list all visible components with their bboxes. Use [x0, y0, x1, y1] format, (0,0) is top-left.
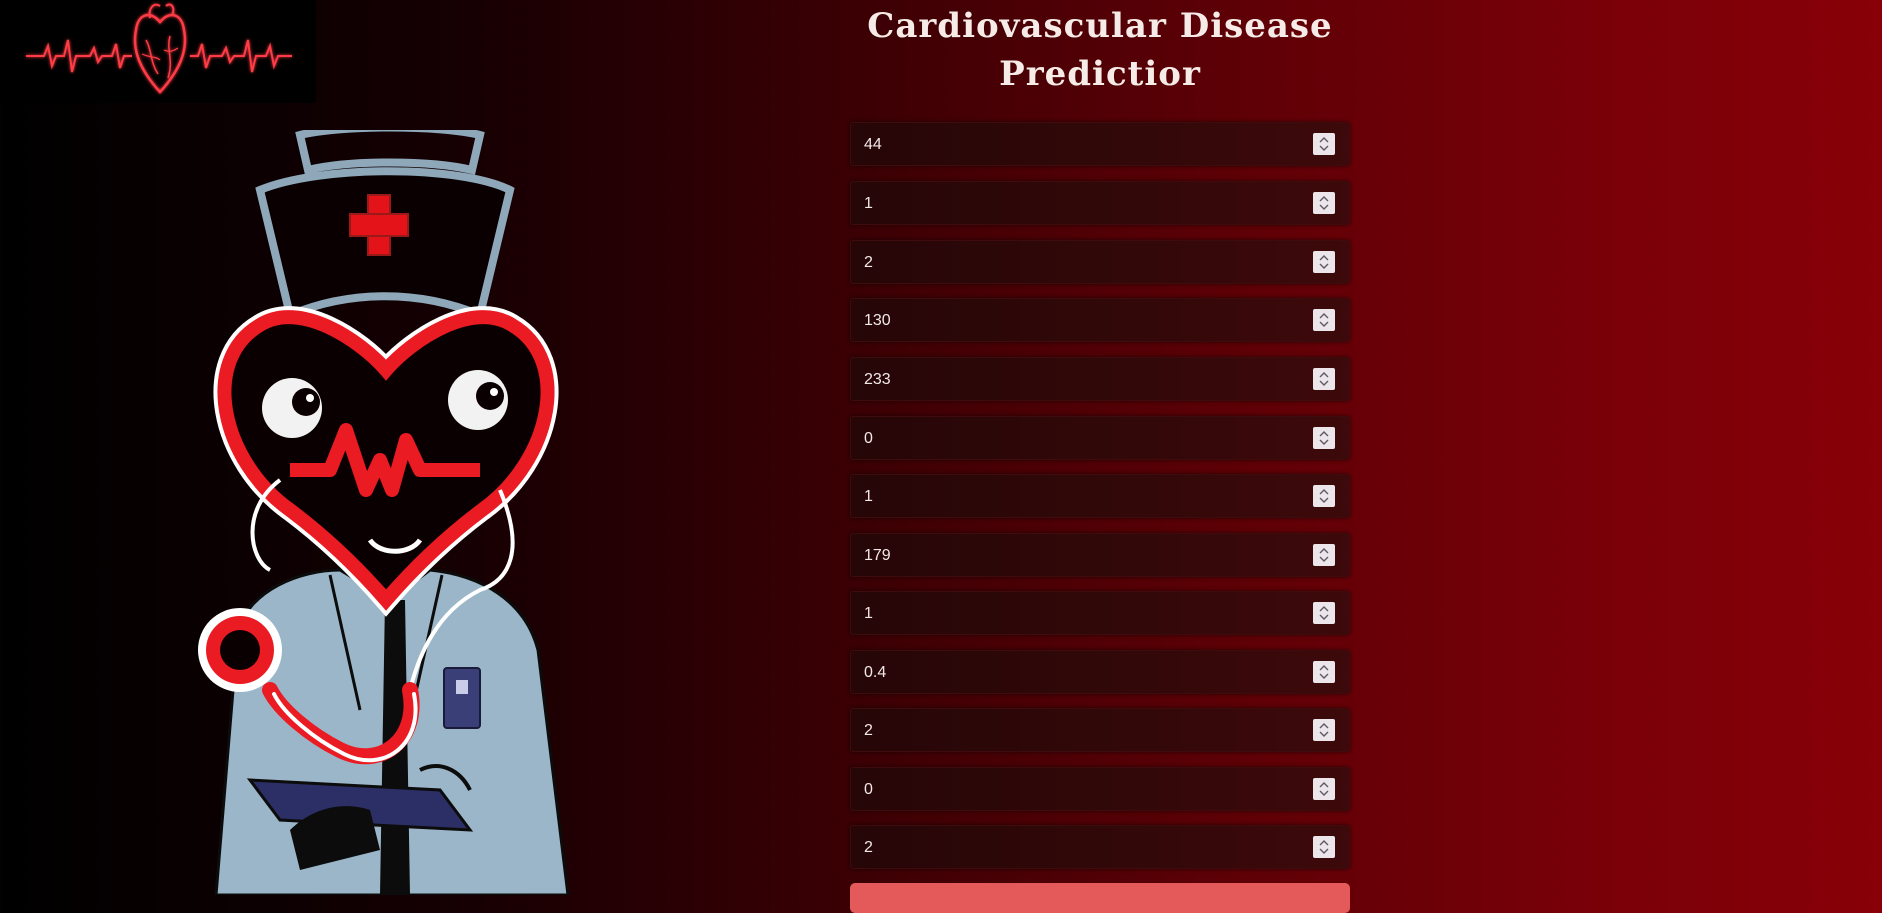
number-input-13[interactable]: 2 [850, 825, 1350, 869]
number-input-value: 130 [864, 312, 891, 329]
number-input-value: 44 [864, 136, 882, 153]
heart-ecg-logo-icon [26, 3, 292, 94]
number-input-value: 1 [864, 488, 873, 505]
number-input-5[interactable]: 233 [850, 357, 1350, 401]
number-input-9[interactable]: 1 [850, 591, 1350, 635]
heart-nurse-doctor-illustration [198, 130, 570, 895]
spinner-arrows-icon[interactable] [1313, 427, 1335, 449]
number-input-11[interactable]: 2 [850, 708, 1350, 752]
heart-ecg-logo [0, 0, 316, 103]
number-input-value: 0 [864, 781, 873, 798]
number-input-value: 233 [864, 371, 891, 388]
spinner-arrows-icon[interactable] [1313, 544, 1335, 566]
number-input-value: 1 [864, 195, 873, 212]
number-input-3[interactable]: 2 [850, 240, 1350, 284]
number-input-2[interactable]: 1 [850, 181, 1350, 225]
spinner-arrows-icon[interactable] [1313, 661, 1335, 683]
number-input-value: 0 [864, 430, 873, 447]
number-input-value: 2 [864, 839, 873, 856]
number-input-value: 2 [864, 722, 873, 739]
page-title: Cardiovascular Disease Predictior [850, 2, 1350, 98]
spinner-arrows-icon[interactable] [1313, 836, 1335, 858]
number-input-6[interactable]: 0 [850, 416, 1350, 460]
spinner-arrows-icon[interactable] [1313, 602, 1335, 624]
number-input-value: 2 [864, 254, 873, 271]
page-title-line-2: Predictior [999, 54, 1201, 94]
number-input-12[interactable]: 0 [850, 767, 1350, 811]
spinner-arrows-icon[interactable] [1313, 309, 1335, 331]
spinner-arrows-icon[interactable] [1313, 719, 1335, 741]
number-input-value: 1 [864, 605, 873, 622]
number-input-4[interactable]: 130 [850, 298, 1350, 342]
number-input-10[interactable]: 0.4 [850, 650, 1350, 694]
predict-button[interactable] [850, 883, 1350, 913]
spinner-arrows-icon[interactable] [1313, 133, 1335, 155]
spinner-arrows-icon[interactable] [1313, 192, 1335, 214]
spinner-arrows-icon[interactable] [1313, 251, 1335, 273]
number-input-value: 0.4 [864, 664, 887, 681]
number-input-1[interactable]: 44 [850, 122, 1350, 166]
page-title-line-1: Cardiovascular Disease [867, 6, 1333, 46]
mascot-illustration [180, 130, 600, 895]
number-input-7[interactable]: 1 [850, 474, 1350, 518]
number-input-8[interactable]: 179 [850, 533, 1350, 577]
spinner-arrows-icon[interactable] [1313, 485, 1335, 507]
number-input-value: 179 [864, 547, 891, 564]
spinner-arrows-icon[interactable] [1313, 778, 1335, 800]
spinner-arrows-icon[interactable] [1313, 368, 1335, 390]
